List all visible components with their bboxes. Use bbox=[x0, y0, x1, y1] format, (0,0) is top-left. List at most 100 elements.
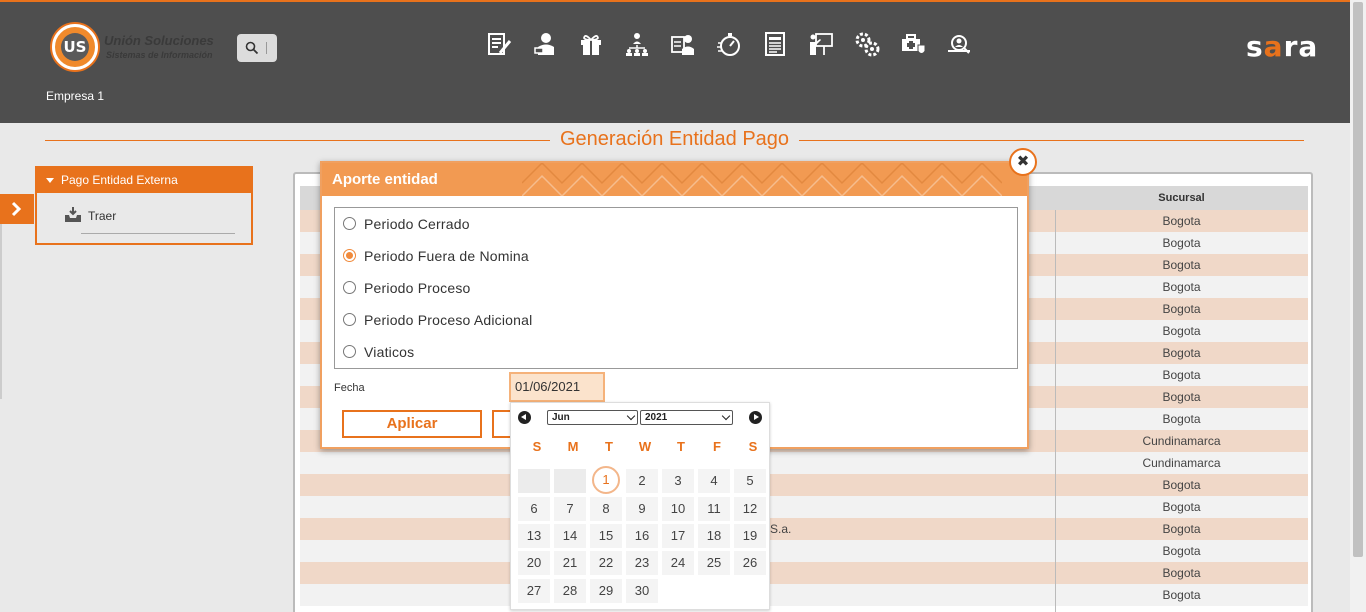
weekday-header: S bbox=[748, 439, 758, 454]
calendar-day[interactable]: 13 bbox=[518, 524, 550, 548]
row-sucursal: Bogota bbox=[1162, 522, 1201, 536]
calendar-day[interactable]: 30 bbox=[626, 579, 658, 603]
calendar-day[interactable]: 8 bbox=[590, 497, 622, 521]
calendar-day-selected[interactable]: 1 bbox=[590, 466, 622, 494]
calendar-empty-cell bbox=[554, 469, 586, 493]
calendar-day[interactable]: 27 bbox=[518, 579, 550, 603]
calendar-day[interactable]: 12 bbox=[734, 497, 766, 521]
calendar-day[interactable]: 22 bbox=[590, 551, 622, 575]
calendar-empty-cell bbox=[662, 579, 694, 603]
weekday-header: W bbox=[638, 439, 652, 454]
calendar-day[interactable]: 26 bbox=[734, 551, 766, 575]
calendar-day[interactable]: 18 bbox=[698, 524, 730, 548]
radio-periodo-proceso-adicional[interactable] bbox=[343, 313, 356, 326]
table-row[interactable]: Bogota bbox=[300, 474, 1308, 496]
calendar-day[interactable]: 14 bbox=[554, 524, 586, 548]
radio-periodo-fuera-de-nomina[interactable] bbox=[343, 249, 356, 262]
sidebar-item-traer[interactable]: Traer bbox=[37, 193, 251, 235]
year-select-value: 2021 bbox=[645, 412, 668, 423]
table-row[interactable]: Bogota bbox=[300, 562, 1308, 584]
row-sucursal: Bogota bbox=[1162, 236, 1201, 250]
sidebar-item-divider bbox=[81, 233, 235, 234]
calendar-day[interactable]: 5 bbox=[734, 469, 766, 493]
next-month-icon[interactable] bbox=[749, 411, 762, 424]
header-pattern bbox=[522, 163, 1002, 196]
row-sucursal: Bogota bbox=[1162, 346, 1201, 360]
calendar-day[interactable]: 23 bbox=[626, 551, 658, 575]
user-hand-icon[interactable] bbox=[532, 30, 558, 58]
sidebar-edge bbox=[0, 224, 2, 399]
weekday-header: S bbox=[532, 439, 542, 454]
calendar-empty-cell bbox=[734, 579, 766, 603]
list-document-icon[interactable] bbox=[762, 30, 788, 58]
table-row[interactable]: Bogota bbox=[300, 496, 1308, 518]
chevron-down-icon bbox=[626, 411, 636, 421]
scrollbar-thumb[interactable] bbox=[1353, 2, 1363, 557]
calendar-day[interactable]: 19 bbox=[734, 524, 766, 548]
table-row[interactable]: Bogota bbox=[300, 540, 1308, 562]
row-sucursal: Bogota bbox=[1162, 280, 1201, 294]
search-button[interactable] bbox=[237, 34, 277, 62]
close-dialog-button[interactable]: ✖ bbox=[1009, 148, 1037, 176]
app-header: US Unión Soluciones Sistemas de Informac… bbox=[0, 2, 1350, 123]
calendar-day[interactable]: 10 bbox=[662, 497, 694, 521]
calendar-day[interactable]: 9 bbox=[626, 497, 658, 521]
radio-periodo-cerrado[interactable] bbox=[343, 217, 356, 230]
vertical-scrollbar[interactable] bbox=[1350, 0, 1366, 612]
caret-down-icon bbox=[46, 178, 54, 183]
sidebar-section-header[interactable]: Pago Entidad Externa bbox=[37, 168, 251, 193]
column-header-sucursal[interactable]: Sucursal bbox=[1055, 186, 1308, 210]
calendar-day[interactable]: 16 bbox=[626, 524, 658, 548]
table-row[interactable]: Cundinamarca bbox=[300, 452, 1308, 474]
fecha-label: Fecha bbox=[334, 382, 365, 394]
dialog-header[interactable]: Aporte entidad bbox=[322, 163, 1027, 196]
calendar-day[interactable]: 2 bbox=[626, 469, 658, 493]
calendar-day[interactable]: 28 bbox=[554, 579, 586, 603]
logo-subtitle: Sistemas de Información bbox=[106, 50, 213, 60]
calendar-day[interactable]: 24 bbox=[662, 551, 694, 575]
year-select[interactable]: 2021 bbox=[640, 410, 733, 425]
row-sucursal: Bogota bbox=[1162, 302, 1201, 316]
aplicar-button[interactable]: Aplicar bbox=[342, 410, 482, 438]
calendar-day[interactable]: 17 bbox=[662, 524, 694, 548]
radio-viaticos[interactable] bbox=[343, 345, 356, 358]
calendar-day[interactable]: 7 bbox=[554, 497, 586, 521]
calendar-day[interactable]: 20 bbox=[518, 551, 550, 575]
stopwatch-icon[interactable] bbox=[716, 30, 742, 58]
sidebar-toggle-button[interactable] bbox=[0, 194, 34, 224]
sidebar-panel: Pago Entidad Externa Traer bbox=[35, 166, 253, 245]
row-sucursal: Cundinamarca bbox=[1142, 434, 1221, 448]
calendar-day[interactable]: 29 bbox=[590, 579, 622, 603]
radio-periodo-proceso[interactable] bbox=[343, 281, 356, 294]
user-search-icon[interactable] bbox=[946, 30, 972, 58]
calendar-day[interactable]: 21 bbox=[554, 551, 586, 575]
org-chart-icon[interactable] bbox=[624, 30, 650, 58]
calendar-day[interactable]: 4 bbox=[698, 469, 730, 493]
gift-icon[interactable] bbox=[578, 30, 604, 58]
option-label: Periodo Proceso Adicional bbox=[364, 312, 533, 328]
medical-case-icon[interactable] bbox=[900, 30, 926, 58]
presentation-icon[interactable] bbox=[808, 30, 834, 58]
gears-icon[interactable] bbox=[854, 30, 880, 58]
row-sucursal: Bogota bbox=[1162, 588, 1201, 602]
table-row[interactable]: Bogota bbox=[300, 584, 1308, 606]
calendar-day[interactable]: 25 bbox=[698, 551, 730, 575]
month-select[interactable]: Jun bbox=[547, 410, 638, 425]
fecha-date-input[interactable]: 01/06/2021 bbox=[509, 372, 605, 402]
calendar-day[interactable]: 6 bbox=[518, 497, 550, 521]
company-logo[interactable]: US Unión Soluciones Sistemas de Informac… bbox=[52, 24, 232, 70]
page-title: Generación Entidad Pago bbox=[45, 128, 1304, 151]
calendar-day[interactable]: 15 bbox=[590, 524, 622, 548]
table-row[interactable]: a S.a. Bogota bbox=[300, 518, 1308, 540]
chevron-down-icon bbox=[721, 411, 731, 421]
month-select-value: Jun bbox=[552, 412, 570, 423]
prev-month-icon[interactable] bbox=[518, 411, 531, 424]
document-edit-icon[interactable] bbox=[486, 30, 512, 58]
user-id-icon[interactable] bbox=[670, 30, 696, 58]
search-icon bbox=[245, 41, 259, 55]
row-sucursal: Bogota bbox=[1162, 500, 1201, 514]
calendar-day[interactable]: 11 bbox=[698, 497, 730, 521]
calendar-day[interactable]: 3 bbox=[662, 469, 694, 493]
weekday-header: T bbox=[605, 439, 613, 454]
company-name: Empresa 1 bbox=[46, 89, 105, 103]
